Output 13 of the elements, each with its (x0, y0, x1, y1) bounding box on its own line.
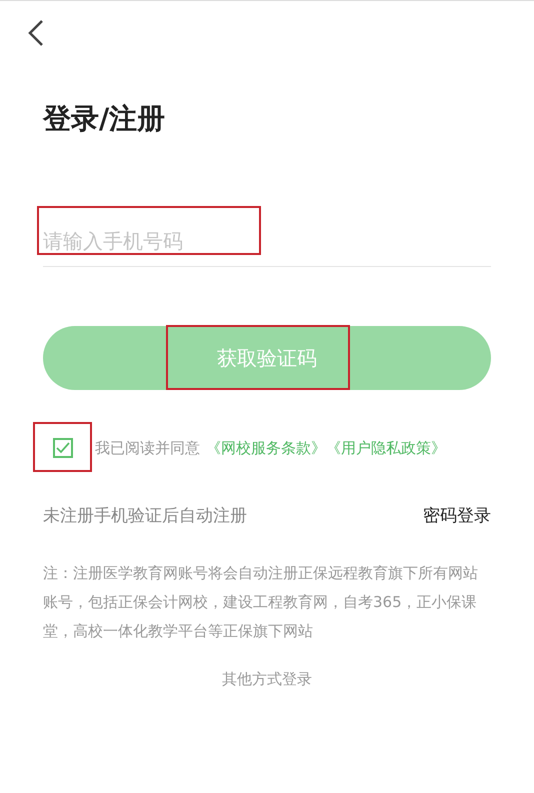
check-icon (56, 442, 70, 454)
auto-register-hint: 未注册手机验证后自动注册 (43, 504, 247, 528)
agreement-link[interactable]: 《用户隐私政策》 (326, 437, 446, 460)
other-login-label: 其他方式登录 (221, 669, 313, 690)
agreement-text: 我已阅读并同意 (95, 438, 200, 459)
phone-input-field[interactable]: 请输入手机号码 (43, 215, 491, 267)
agreement-checkbox[interactable] (53, 438, 73, 458)
back-icon[interactable] (26, 19, 46, 47)
page-title: 登录/注册 (43, 105, 166, 133)
note-text: 注：注册医学教育网账号将会自动注册正保远程教育旗下所有网站账号，包括正保会计网校，建设工程教育网，自考365，正小保课堂，高校一体化教学平台等正保旗下网站 (43, 563, 479, 642)
agreement-link[interactable]: 《网校服务条款》 (206, 437, 326, 460)
password-login-link[interactable]: 密码登录 (423, 504, 491, 529)
highlight-frame (33, 422, 92, 472)
